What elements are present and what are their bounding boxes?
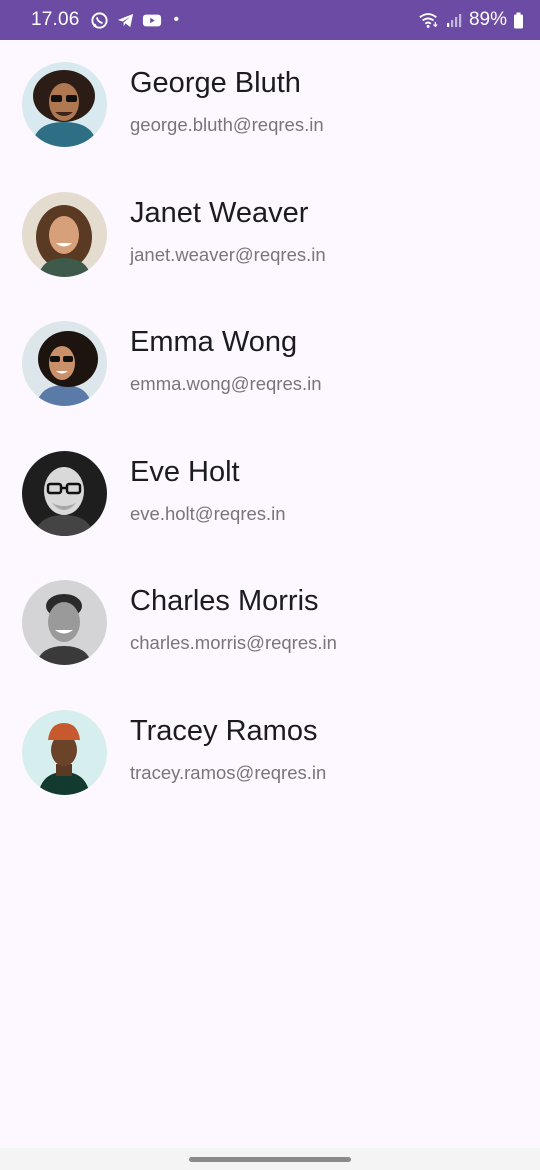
status-left: 17.06 •: [31, 9, 179, 31]
user-name: Charles Morris: [130, 585, 319, 617]
user-list-item[interactable]: Tracey Ramos tracey.ramos@reqres.in: [0, 688, 540, 818]
user-email: tracey.ramos@reqres.in: [130, 761, 327, 783]
status-right: 89%: [419, 9, 524, 31]
user-email: charles.morris@reqres.in: [130, 632, 337, 653]
wifi-icon: [419, 10, 439, 30]
battery-percent: 89%: [468, 9, 507, 30]
status-bar: 17.06 • 89%: [0, 0, 540, 40]
user-email: emma.wong@reqres.in: [130, 373, 322, 394]
navigation-bar: [0, 1148, 540, 1170]
status-time: 17.06: [31, 9, 80, 30]
avatar: [22, 62, 107, 147]
user-list-item[interactable]: George Bluth george.bluth@reqres.in: [0, 40, 540, 170]
status-dot: •: [173, 11, 180, 28]
user-list-item[interactable]: Janet Weaver janet.weaver@reqres.in: [0, 170, 540, 300]
user-list-item[interactable]: Emma Wong emma.wong@reqres.in: [0, 299, 540, 429]
user-list-item[interactable]: Eve Holt eve.holt@reqres.in: [0, 429, 540, 559]
avatar: [22, 709, 107, 795]
user-email: janet.weaver@reqres.in: [130, 243, 326, 265]
user-email: george.bluth@reqres.in: [130, 114, 324, 135]
battery-icon: [512, 10, 524, 30]
whatsapp-icon: [90, 10, 110, 30]
telegram-icon: [116, 10, 136, 30]
avatar: [22, 580, 107, 665]
youtube-icon: [142, 10, 162, 30]
user-list: George Bluth george.bluth@reqres.in Jane…: [0, 40, 540, 817]
user-name: Emma Wong: [130, 326, 298, 358]
user-name: Eve Holt: [130, 455, 240, 488]
user-name: Janet Weaver: [130, 196, 309, 229]
avatar: [22, 450, 107, 536]
user-name: George Bluth: [130, 67, 301, 99]
user-email: eve.holt@reqres.in: [130, 502, 286, 524]
signal-icon: [444, 10, 464, 30]
avatar: [22, 191, 107, 277]
user-name: Tracey Ramos: [130, 714, 318, 747]
user-list-item[interactable]: Charles Morris charles.morris@reqres.in: [0, 558, 540, 688]
avatar: [22, 321, 107, 406]
home-gesture-handle[interactable]: [189, 1157, 351, 1162]
